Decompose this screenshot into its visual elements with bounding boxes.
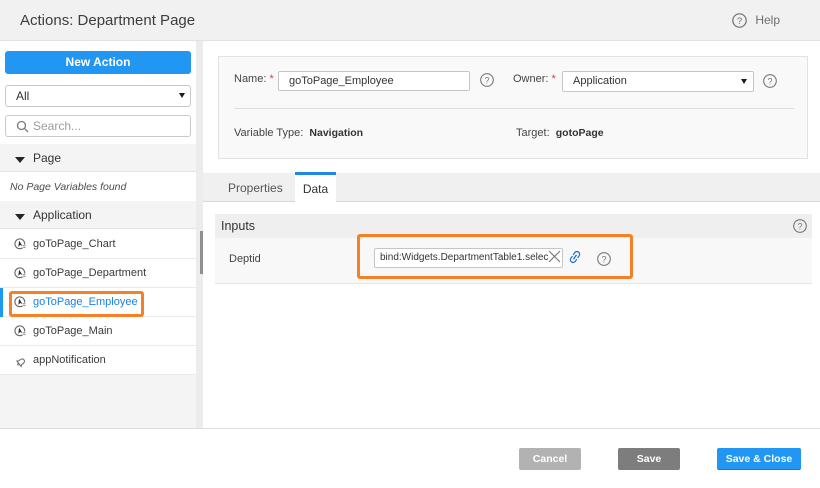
svg-text:?: ? [484, 75, 489, 85]
svg-text:?: ? [601, 254, 606, 264]
svg-text:?: ? [767, 76, 772, 86]
svg-text:?: ? [797, 221, 802, 231]
svg-text:?: ? [737, 16, 742, 27]
